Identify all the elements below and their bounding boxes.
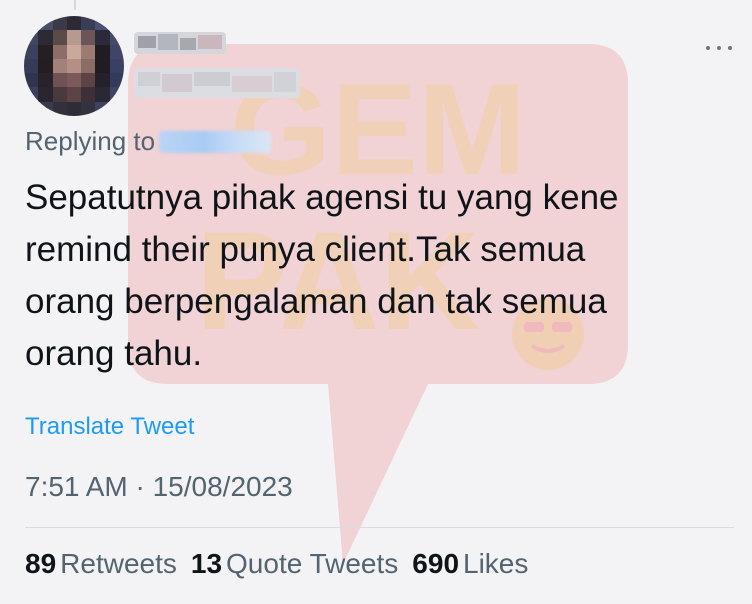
replying-to-line: Replying to [25, 126, 272, 157]
likes-label: Likes [463, 548, 529, 579]
thread-connector-line [74, 0, 76, 10]
likes-stat[interactable]: 690 Likes [412, 548, 528, 580]
retweets-count: 89 [25, 548, 57, 579]
retweets-stat[interactable]: 89 Retweets [25, 548, 177, 580]
tweet-stats-bar: 89 Retweets 13 Quote Tweets 690 Likes [25, 548, 528, 580]
tweet-timestamp[interactable]: 7:51 AM · 15/08/2023 [25, 471, 293, 503]
quote-tweets-label: Quote Tweets [226, 548, 399, 579]
replying-to-label: Replying to [25, 126, 156, 156]
quote-tweets-stat[interactable]: 13 Quote Tweets [191, 548, 398, 580]
replying-to-handle-redacted[interactable] [159, 130, 272, 153]
quote-tweets-count: 13 [190, 548, 223, 579]
retweets-label: Retweets [60, 548, 177, 579]
tweet-text: Sepatutnya pihak agensi tu yang kene rem… [25, 178, 619, 373]
translate-tweet-link[interactable]: Translate Tweet [25, 413, 194, 441]
username-handle-redacted[interactable] [134, 64, 300, 102]
more-horizontal-icon[interactable] [706, 38, 732, 58]
display-name-redacted[interactable] [134, 30, 226, 56]
tweet-screenshot: GEM PAK Replying to Sepatutnya pihak age… [0, 0, 752, 604]
stats-divider [25, 527, 734, 528]
avatar[interactable] [24, 16, 124, 116]
likes-count: 690 [412, 548, 460, 579]
